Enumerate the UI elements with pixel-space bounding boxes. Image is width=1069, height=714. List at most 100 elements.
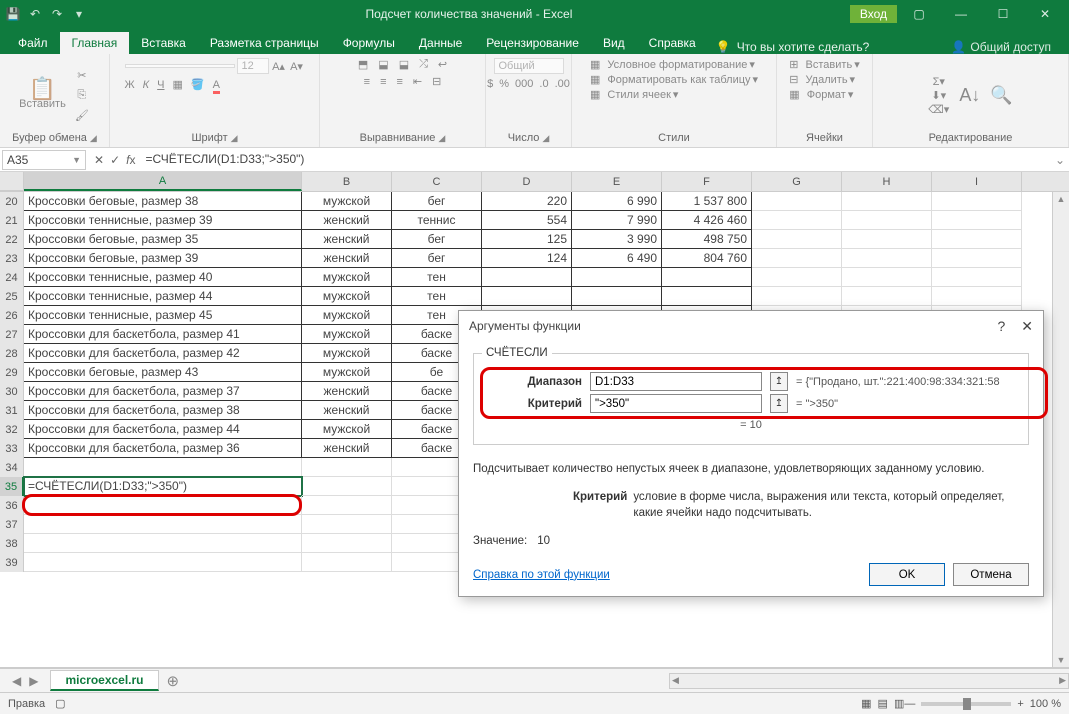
row-header[interactable]: 23 <box>0 249 24 268</box>
row-header[interactable]: 34 <box>0 458 24 477</box>
cell[interactable]: 554 <box>482 211 572 230</box>
cell[interactable] <box>662 268 752 287</box>
sheet-nav-next-icon[interactable]: ▶ <box>29 674 38 688</box>
cell[interactable]: Кроссовки теннисные, размер 45 <box>24 306 302 325</box>
cell[interactable] <box>752 249 842 268</box>
cell[interactable]: Кроссовки теннисные, размер 39 <box>24 211 302 230</box>
sheet-tab[interactable]: microexcel.ru <box>50 670 158 691</box>
cell[interactable] <box>302 496 392 515</box>
row-header[interactable]: 24 <box>0 268 24 287</box>
cell[interactable] <box>932 268 1022 287</box>
cell[interactable] <box>572 287 662 306</box>
column-header[interactable]: H <box>842 172 932 191</box>
cell[interactable]: Кроссовки для баскетбола, размер 38 <box>24 401 302 420</box>
cell[interactable] <box>302 477 392 496</box>
macro-record-icon[interactable]: ▢ <box>55 697 65 710</box>
tab-layout[interactable]: Разметка страницы <box>198 32 331 54</box>
row-header[interactable]: 38 <box>0 534 24 553</box>
ok-button[interactable]: OK <box>869 563 945 586</box>
collapse-dialog-icon[interactable]: ↥ <box>770 394 788 413</box>
cell[interactable]: мужской <box>302 268 392 287</box>
row-header[interactable]: 28 <box>0 344 24 363</box>
cell[interactable] <box>24 553 302 572</box>
cell[interactable]: женский <box>302 382 392 401</box>
tab-data[interactable]: Данные <box>407 32 474 54</box>
cond-fmt-button[interactable]: ▦ Условное форматирование ▾ <box>590 58 755 71</box>
cell[interactable]: 124 <box>482 249 572 268</box>
cell[interactable] <box>842 268 932 287</box>
cell[interactable]: теннис <box>392 211 482 230</box>
name-box[interactable]: A35▼ <box>2 150 86 170</box>
arg-criteria-input[interactable] <box>590 394 762 413</box>
dialog-launcher-icon[interactable]: ◢ <box>231 133 238 144</box>
font-color-icon[interactable]: A <box>213 79 220 91</box>
cell[interactable]: мужской <box>302 325 392 344</box>
format-painter-icon[interactable]: 🖌 <box>74 107 90 123</box>
tab-insert[interactable]: Вставка <box>129 32 198 54</box>
row-header[interactable]: 33 <box>0 439 24 458</box>
cell[interactable]: мужской <box>302 363 392 382</box>
tab-home[interactable]: Главная <box>60 32 130 54</box>
fill-color-icon[interactable]: 🪣 <box>191 78 205 91</box>
cell[interactable] <box>302 458 392 477</box>
cell[interactable] <box>482 268 572 287</box>
font-family-box[interactable] <box>125 64 235 68</box>
thousands-icon[interactable]: 000 <box>515 78 533 90</box>
save-icon[interactable]: 💾 <box>4 5 22 23</box>
cell[interactable] <box>932 287 1022 306</box>
cell[interactable] <box>662 287 752 306</box>
cell[interactable] <box>302 534 392 553</box>
row-header[interactable]: 39 <box>0 553 24 572</box>
close-icon[interactable]: ✕ <box>1025 0 1065 28</box>
cell[interactable]: Кроссовки для баскетбола, размер 41 <box>24 325 302 344</box>
row-header[interactable]: 31 <box>0 401 24 420</box>
column-header[interactable]: E <box>572 172 662 191</box>
cell[interactable] <box>752 192 842 211</box>
cell[interactable]: женский <box>302 439 392 458</box>
number-format-box[interactable]: Общий <box>494 58 564 74</box>
cell[interactable] <box>24 496 302 515</box>
cell[interactable]: бег <box>392 230 482 249</box>
redo-icon[interactable]: ↷ <box>48 5 66 23</box>
cell[interactable]: Кроссовки беговые, размер 38 <box>24 192 302 211</box>
cell[interactable]: женский <box>302 401 392 420</box>
tab-file[interactable]: Файл <box>6 32 60 54</box>
paste-button[interactable]: 📋 Вставить <box>19 81 66 110</box>
cell[interactable] <box>752 268 842 287</box>
expand-formula-bar-icon[interactable]: ⌄ <box>1051 153 1069 167</box>
row-header[interactable]: 22 <box>0 230 24 249</box>
cell[interactable] <box>842 287 932 306</box>
cell[interactable] <box>842 211 932 230</box>
increase-font-icon[interactable]: A▴ <box>271 58 287 74</box>
row-header[interactable]: 35 <box>0 477 24 496</box>
arg-range-input[interactable] <box>590 372 762 391</box>
cell[interactable]: 6 490 <box>572 249 662 268</box>
cell[interactable]: Кроссовки теннисные, размер 44 <box>24 287 302 306</box>
cell[interactable] <box>752 230 842 249</box>
autosum-icon[interactable]: Σ▾ <box>933 75 945 88</box>
cell[interactable]: Кроссовки для баскетбола, размер 36 <box>24 439 302 458</box>
tab-view[interactable]: Вид <box>591 32 637 54</box>
orientation-icon[interactable]: ⤮ <box>419 58 428 71</box>
fill-icon[interactable]: ⬇▾ <box>931 89 946 102</box>
dialog-help-icon[interactable]: ? <box>997 318 1005 335</box>
align-middle-icon[interactable]: ⬓ <box>378 58 388 71</box>
cell[interactable] <box>24 515 302 534</box>
cell-styles-button[interactable]: ▦ Стили ячеек ▾ <box>590 88 678 101</box>
column-header[interactable]: G <box>752 172 842 191</box>
cell[interactable]: Кроссовки беговые, размер 35 <box>24 230 302 249</box>
cell[interactable]: мужской <box>302 306 392 325</box>
undo-icon[interactable]: ↶ <box>26 5 44 23</box>
cell[interactable]: женский <box>302 211 392 230</box>
cell[interactable]: Кроссовки беговые, размер 43 <box>24 363 302 382</box>
column-header[interactable]: D <box>482 172 572 191</box>
cell[interactable]: Кроссовки теннисные, размер 40 <box>24 268 302 287</box>
currency-icon[interactable]: $ <box>487 78 493 90</box>
cell[interactable]: =СЧЁТЕСЛИ(D1:D33;">350") <box>24 477 302 496</box>
view-pagebreak-icon[interactable]: ▥ <box>894 697 904 710</box>
vertical-scrollbar[interactable]: ▲▼ <box>1052 192 1069 667</box>
cell[interactable] <box>752 211 842 230</box>
insert-cells-button[interactable]: ⊞ Вставить ▾ <box>789 58 859 71</box>
sheet-nav-prev-icon[interactable]: ◀ <box>12 674 21 688</box>
cancel-formula-icon[interactable]: ✕ <box>94 153 104 167</box>
